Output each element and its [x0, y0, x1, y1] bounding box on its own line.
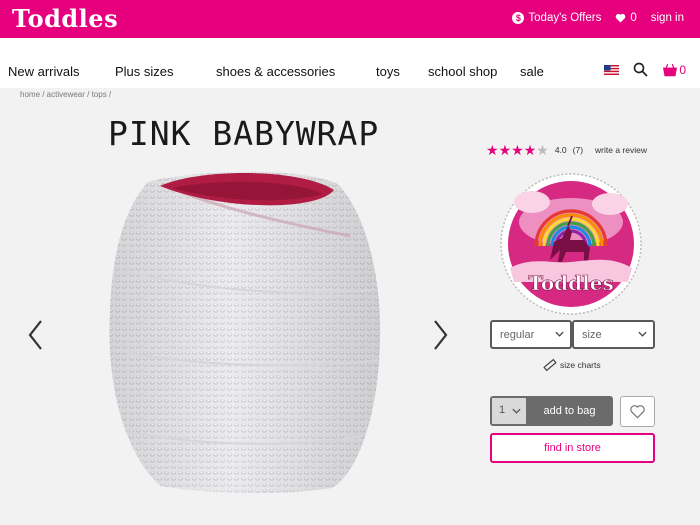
heart-outline-icon — [630, 405, 645, 419]
find-in-store-button[interactable]: find in store — [490, 433, 655, 463]
cart-button[interactable]: 0 — [662, 63, 686, 77]
todays-offers-label: Today's Offers — [528, 12, 602, 24]
product-title: PINK BABYWRAP — [108, 114, 380, 153]
star-filled-icon: ★ — [498, 142, 512, 158]
brand-badge: Toddles — [492, 172, 650, 317]
product-image — [109, 171, 381, 494]
us-flag-icon[interactable] — [604, 64, 620, 75]
sign-in-link[interactable]: sign in — [651, 12, 684, 24]
nav-sale[interactable]: sale — [520, 64, 544, 79]
chevron-down-icon — [512, 408, 521, 414]
breadcrumb[interactable]: home / activewear / tops / — [20, 90, 111, 99]
star-filled-icon: ★ — [486, 142, 499, 158]
chevron-down-icon — [555, 331, 564, 337]
chevron-right-icon[interactable] — [430, 318, 450, 352]
star-rating: ★ ★ ★ ★ ★ — [486, 143, 549, 157]
size-charts-label: size charts — [560, 360, 601, 370]
fit-select[interactable]: regular — [490, 320, 572, 349]
nav-new-arrivals[interactable]: New arrivals — [8, 64, 80, 79]
add-to-bag-button[interactable]: add to bag — [526, 396, 613, 426]
unicorn-rainbow-logo: Toddles — [500, 173, 642, 315]
size-select[interactable]: size — [572, 320, 655, 349]
nav-plus-sizes[interactable]: Plus sizes — [115, 64, 174, 79]
quantity-select[interactable]: 1 — [492, 398, 526, 424]
star-filled-icon: ★ — [511, 142, 524, 158]
top-bar: Toddles $ Today's Offers 0 sign in — [0, 0, 700, 38]
cart-count: 0 — [679, 62, 686, 77]
shopping-bag-icon — [663, 63, 678, 76]
rating-row: ★ ★ ★ ★ ★ 4.0 (7) write a review — [486, 143, 647, 157]
star-empty-icon: ★ — [536, 142, 549, 158]
heart-icon — [616, 13, 626, 23]
badge-text: Toddles — [528, 271, 613, 295]
chevron-left-icon[interactable] — [26, 318, 46, 352]
star-filled-icon: ★ — [523, 142, 537, 158]
search-icon[interactable] — [633, 62, 648, 77]
size-charts-link[interactable]: size charts — [543, 358, 601, 372]
review-count[interactable]: (7) — [573, 145, 583, 155]
nav-school-shop[interactable]: school shop — [428, 64, 497, 79]
rating-value: 4.0 — [554, 145, 567, 155]
wishlist-count: 0 — [630, 12, 637, 24]
nav-utilities: 0 — [604, 62, 686, 77]
quantity-value: 1 — [499, 404, 506, 416]
dollar-icon: $ — [512, 12, 525, 24]
chevron-down-icon — [638, 331, 647, 337]
nav-toys[interactable]: toys — [376, 64, 400, 79]
nav-shoes-accessories[interactable]: shoes & accessories — [216, 64, 335, 79]
main-nav: New arrivals Plus sizes shoes & accessor… — [0, 38, 700, 88]
ruler-icon — [543, 358, 557, 372]
write-review-link[interactable]: write a review — [595, 145, 647, 155]
todays-offers-link[interactable]: $ Today's Offers — [512, 12, 601, 24]
add-to-bag-group: 1 add to bag — [490, 396, 613, 426]
top-actions: $ Today's Offers 0 sign in — [512, 12, 684, 24]
site-logo[interactable]: Toddles — [12, 4, 118, 33]
fit-select-value: regular — [500, 329, 535, 341]
size-select-value: size — [582, 329, 602, 341]
add-to-wishlist-button[interactable] — [620, 396, 655, 427]
wishlist-link[interactable]: 0 — [615, 12, 637, 24]
